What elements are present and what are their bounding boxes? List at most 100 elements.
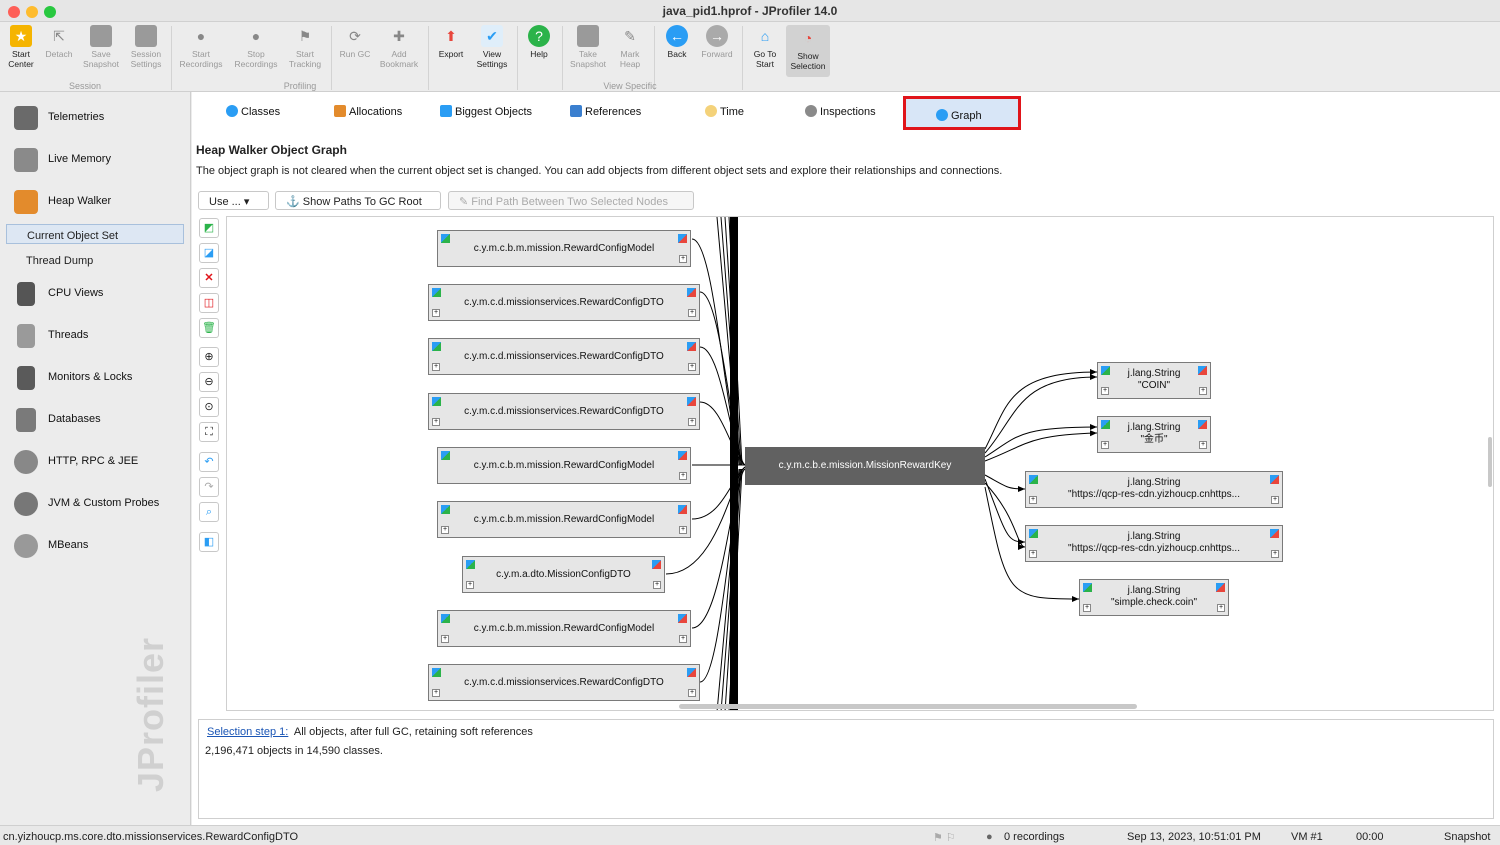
expand-icon[interactable]: + [1029, 496, 1037, 504]
tab-graph[interactable]: Graph [936, 109, 982, 122]
mark-heap-button[interactable]: ✎ Mark Heap [612, 25, 648, 69]
layout-icon[interactable]: ◧ [199, 532, 219, 552]
expand-icon[interactable]: + [1271, 550, 1279, 558]
expand-icon[interactable]: + [688, 689, 696, 697]
show-selection-button[interactable]: ◔ Show Selection [786, 25, 830, 77]
use-dropdown-button[interactable]: Use ... ▾ [198, 191, 269, 210]
expand-icon[interactable]: + [679, 255, 687, 263]
graph-node[interactable]: j.lang.String "https://qcp-res-cdn.yizhou… [1025, 525, 1283, 562]
expand-icon[interactable]: + [1083, 604, 1091, 612]
expand-icon[interactable]: + [432, 309, 440, 317]
tab-classes[interactable]: Classes [226, 105, 280, 118]
zoom-out-icon[interactable]: ⊖ [199, 372, 219, 392]
expand-icon[interactable]: + [1101, 441, 1109, 449]
sidebar-item-live-memory[interactable]: Live Memory [0, 143, 191, 177]
graph-node[interactable]: c.y.m.c.b.m.mission.RewardConfigModel + [437, 230, 691, 267]
expand-icon[interactable]: + [1029, 550, 1037, 558]
graph-node[interactable]: c.y.m.c.b.m.mission.RewardConfigModel + [437, 447, 691, 484]
title-bar: java_pid1.hprof - JProfiler 14.0 [0, 0, 1500, 22]
add-bookmark-button[interactable]: ✚ Add Bookmark [376, 25, 422, 69]
center-graph-node[interactable]: c.y.m.c.b.e.mission.MissionRewardKey [745, 447, 985, 485]
graph-node[interactable]: c.y.m.c.d.missionservices.RewardConfigDT… [428, 393, 700, 430]
graph-node[interactable]: c.y.m.c.b.m.mission.RewardConfigModel + + [437, 610, 691, 647]
remove-icon[interactable]: ✕ [199, 268, 219, 288]
expand-icon[interactable]: + [441, 526, 449, 534]
search-icon[interactable]: ⌕ [199, 502, 219, 522]
trash-icon[interactable]: 🗑 [199, 318, 219, 338]
take-snapshot-button[interactable]: Take Snapshot [566, 25, 610, 69]
expand-icon[interactable]: + [432, 418, 440, 426]
expand-icon[interactable]: + [688, 363, 696, 371]
sidebar-item-jvm-custom-probes[interactable]: JVM & Custom Probes [0, 487, 191, 521]
start-recordings-button[interactable]: ● Start Recordings [176, 25, 226, 69]
expand-icon[interactable]: + [1101, 387, 1109, 395]
help-button[interactable]: ? Help [522, 25, 556, 59]
go-to-start-button[interactable]: ⌂ Go To Start [746, 25, 784, 69]
sidebar-item-cpu-views[interactable]: CPU Views [0, 277, 191, 311]
horizontal-scrollbar[interactable] [679, 704, 1137, 709]
tab-references[interactable]: References [570, 105, 641, 118]
find-path-button[interactable]: ✎ Find Path Between Two Selected Nodes [448, 191, 694, 210]
graph-node[interactable]: j.lang.String "COIN" + + [1097, 362, 1211, 399]
sidebar-item-telemetries[interactable]: Telemetries [0, 101, 191, 135]
sidebar-item-heap-walker[interactable]: Heap Walker [0, 185, 191, 219]
expand-icon[interactable]: + [688, 309, 696, 317]
graph-node[interactable]: c.y.m.c.d.missionservices.RewardConfigDT… [428, 664, 700, 701]
graph-node[interactable]: c.y.m.c.b.m.mission.RewardConfigModel + + [437, 501, 691, 538]
expand-icon[interactable]: + [653, 581, 661, 589]
graph-node[interactable]: j.lang.String "金币" + + [1097, 416, 1211, 453]
tab-biggest-objects[interactable]: Biggest Objects [440, 105, 532, 118]
zoom-reset-icon[interactable]: ⊙ [199, 397, 219, 417]
expand-icon[interactable]: + [679, 472, 687, 480]
stop-recordings-button[interactable]: ● Stop Recordings [230, 25, 282, 69]
graph-node[interactable]: c.y.m.c.d.missionservices.RewardConfigDT… [428, 338, 700, 375]
sidebar-item-http-rpc-jee[interactable]: HTTP, RPC & JEE [0, 445, 191, 479]
tab-inspections[interactable]: Inspections [805, 105, 876, 118]
sidebar-item-databases[interactable]: Databases [0, 403, 191, 437]
back-button[interactable]: ← Back [660, 25, 694, 59]
session-settings-button[interactable]: Session Settings [124, 25, 168, 69]
sidebar-item-mbeans[interactable]: MBeans [0, 529, 191, 563]
expand-icon[interactable]: + [688, 418, 696, 426]
expand-icon[interactable]: + [432, 363, 440, 371]
graph-node[interactable]: c.y.m.a.dto.MissionConfigDTO + + [462, 556, 665, 593]
expand-icon[interactable]: + [466, 581, 474, 589]
graph-icon [936, 109, 948, 121]
start-tracking-button[interactable]: ⚑ Start Tracking [284, 25, 326, 69]
vertical-scrollbar[interactable] [1488, 437, 1492, 487]
graph-node[interactable]: j.lang.String "simple.check.coin" + + [1079, 579, 1229, 616]
show-paths-gc-root-button[interactable]: ⚓ Show Paths To GC Root [275, 191, 441, 210]
sidebar-item-monitors-locks[interactable]: Monitors & Locks [0, 361, 191, 395]
undo-icon[interactable]: ↶ [199, 452, 219, 472]
zoom-in-icon[interactable]: ⊕ [199, 347, 219, 367]
expand-icon[interactable]: + [432, 689, 440, 697]
selection-step-link[interactable]: Selection step 1: [207, 726, 288, 738]
expand-icon[interactable]: + [679, 526, 687, 534]
redo-icon[interactable]: ↷ [199, 477, 219, 497]
forward-button[interactable]: → Forward [697, 25, 737, 59]
view-settings-button[interactable]: ✔ View Settings [472, 25, 512, 69]
expand-icon[interactable]: + [1271, 496, 1279, 504]
sidebar-item-thread-dump[interactable]: Thread Dump [6, 250, 184, 270]
export-button[interactable]: ⬆ Export [434, 25, 468, 59]
expand-icon[interactable]: + [441, 635, 449, 643]
expand-icon[interactable]: + [1199, 441, 1207, 449]
graph-node[interactable]: j.lang.String "https://qcp-res-cdn.yizhou… [1025, 471, 1283, 508]
tab-time[interactable]: Time [705, 105, 744, 118]
tab-allocations[interactable]: Allocations [334, 105, 402, 118]
fit-icon[interactable]: ⛶ [199, 422, 219, 442]
graph-node[interactable]: c.y.m.c.d.missionservices.RewardConfigDT… [428, 284, 700, 321]
start-center-button[interactable]: ★ Start Center [4, 25, 38, 69]
sidebar-item-threads[interactable]: Threads [0, 319, 191, 353]
add-outgoing-icon[interactable]: ◪ [199, 243, 219, 263]
remove-selected-icon[interactable]: ◫ [199, 293, 219, 313]
graph-canvas[interactable]: c.y.m.c.b.m.mission.RewardConfigModel + c… [226, 216, 1494, 711]
expand-icon[interactable]: + [679, 635, 687, 643]
save-snapshot-button[interactable]: Save Snapshot [80, 25, 122, 69]
expand-icon[interactable]: + [1199, 387, 1207, 395]
sidebar-item-current-object-set[interactable]: Current Object Set [6, 224, 184, 244]
add-incoming-icon[interactable]: ◩ [199, 218, 219, 238]
run-gc-button[interactable]: ⟳ Run GC [336, 25, 374, 59]
expand-icon[interactable]: + [1217, 604, 1225, 612]
detach-button[interactable]: ⇱ Detach [42, 25, 76, 59]
